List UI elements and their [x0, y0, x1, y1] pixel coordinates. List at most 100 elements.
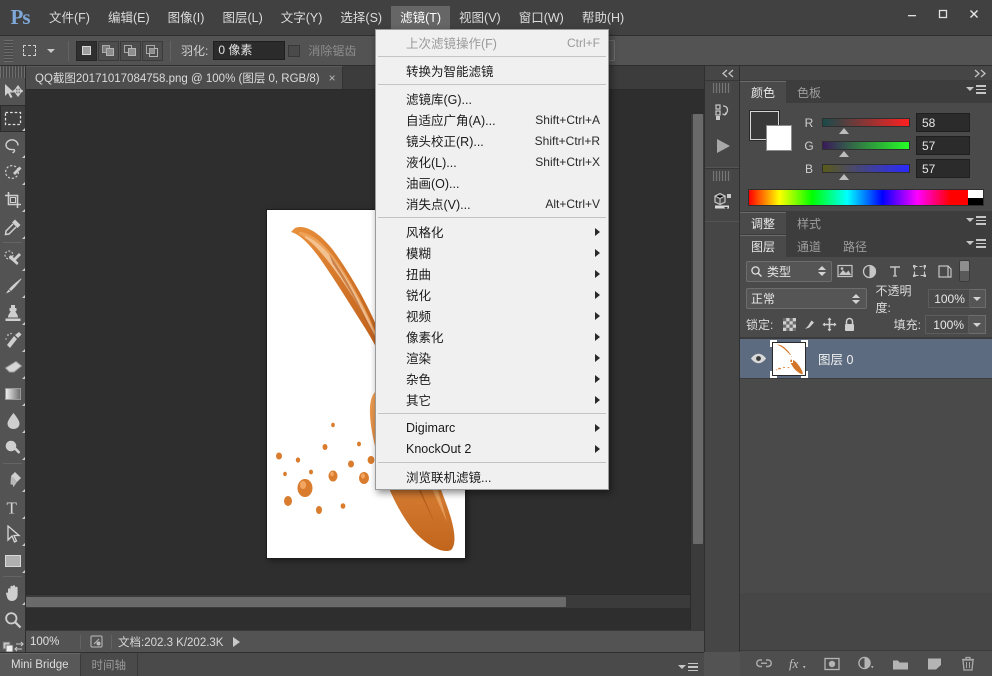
hand-tool[interactable]	[0, 579, 26, 606]
history-brush-tool[interactable]	[0, 326, 26, 353]
menu-item-oil-paint[interactable]: 油画(O)...	[376, 172, 608, 193]
delete-layer-icon[interactable]	[958, 654, 978, 674]
panel-menu-icon[interactable]	[966, 216, 986, 225]
slider-thumb[interactable]	[839, 174, 849, 180]
channel-slider-track[interactable]	[822, 164, 910, 173]
menu-filter[interactable]: 滤镜(T)	[391, 6, 450, 30]
history-panel-icon[interactable]	[705, 95, 741, 129]
3d-panel-icon[interactable]	[705, 183, 741, 217]
menu-item-vanishing-point[interactable]: 消失点(V)...Alt+Ctrl+V	[376, 193, 608, 214]
panels-collapse-bar[interactable]	[740, 66, 992, 80]
rectangular-marquee-tool[interactable]	[0, 105, 26, 132]
spot-healing-brush-tool[interactable]	[0, 245, 26, 272]
move-tool[interactable]	[0, 78, 26, 105]
tool-preset-picker[interactable]	[17, 40, 41, 62]
filter-menu-dropdown[interactable]: 上次滤镜操作(F)Ctrl+F转换为智能滤镜滤镜库(G)...自适应广角(A).…	[375, 29, 609, 490]
table-row[interactable]: 图层 0	[740, 339, 992, 379]
dodge-tool[interactable]	[0, 434, 26, 461]
menu-item-render[interactable]: 渲染	[376, 347, 608, 368]
shape-layer-filter-icon[interactable]	[907, 259, 932, 283]
layer-name[interactable]: 图层 0	[818, 349, 853, 368]
dock-grip[interactable]	[713, 83, 731, 93]
add-to-selection-button[interactable]	[98, 41, 119, 61]
tab-paths[interactable]: 路径	[832, 235, 878, 257]
panel-menu-icon[interactable]	[966, 85, 986, 94]
menu-item-video[interactable]: 视频	[376, 305, 608, 326]
document-thumbnail-icon[interactable]	[87, 633, 105, 651]
clone-stamp-tool[interactable]	[0, 299, 26, 326]
menu-file[interactable]: 文件(F)	[40, 6, 99, 30]
menu-image[interactable]: 图像(I)	[159, 6, 214, 30]
layer-filter-type-select[interactable]: 类型	[746, 261, 832, 282]
zoom-tool[interactable]	[0, 606, 26, 633]
antialias-checkbox[interactable]	[288, 45, 300, 57]
path-selection-tool[interactable]	[0, 520, 26, 547]
type-layer-filter-icon[interactable]	[882, 259, 907, 283]
menu-item-adaptive-wide-angle[interactable]: 自适应广角(A)...Shift+Ctrl+A	[376, 109, 608, 130]
lasso-tool[interactable]	[0, 132, 26, 159]
options-bar-grip[interactable]	[4, 40, 13, 62]
slider-thumb[interactable]	[839, 128, 849, 134]
subtract-from-selection-button[interactable]	[120, 41, 141, 61]
fill-dropdown-icon[interactable]	[969, 315, 986, 334]
tab-mini-bridge[interactable]: Mini Bridge	[0, 653, 81, 676]
menu-item-sharpen[interactable]: 锐化	[376, 284, 608, 305]
smart-object-filter-icon[interactable]	[932, 259, 957, 283]
tab-styles[interactable]: 样式	[786, 212, 832, 234]
menu-item-knockout-2[interactable]: KnockOut 2	[376, 438, 608, 459]
tab-color[interactable]: 颜色	[740, 81, 786, 103]
pixel-layer-filter-icon[interactable]	[832, 259, 857, 283]
brush-tool[interactable]	[0, 272, 26, 299]
channel-value-input[interactable]: 57	[916, 159, 970, 178]
quick-selection-tool[interactable]	[0, 159, 26, 186]
menu-edit[interactable]: 编辑(E)	[99, 6, 159, 30]
close-icon[interactable]: ×	[329, 71, 336, 85]
maximize-icon[interactable]	[928, 3, 957, 25]
document-tab[interactable]: QQ截图20171017084758.png @ 100% (图层 0, RGB…	[26, 66, 343, 89]
menu-help[interactable]: 帮助(H)	[573, 6, 633, 30]
blur-tool[interactable]	[0, 407, 26, 434]
background-color-swatch[interactable]	[766, 125, 792, 151]
menu-window[interactable]: 窗口(W)	[510, 6, 573, 30]
layer-style-fx-icon[interactable]: fx	[788, 654, 808, 674]
actions-play-icon[interactable]	[705, 129, 741, 163]
type-tool[interactable]: T	[0, 493, 26, 520]
fill-input[interactable]: 100%	[925, 315, 969, 334]
menu-item-convert-smart-filter[interactable]: 转换为智能滤镜	[376, 60, 608, 81]
gradient-tool[interactable]	[0, 380, 26, 407]
new-layer-icon[interactable]	[924, 654, 944, 674]
canvas-vertical-scrollbar[interactable]	[690, 114, 704, 630]
panel-menu-icon[interactable]	[966, 239, 986, 248]
panel-menu-icon[interactable]	[678, 658, 698, 672]
chevron-down-icon[interactable]	[47, 49, 55, 53]
status-expand-icon[interactable]	[233, 637, 240, 647]
tools-panel-grip[interactable]	[0, 66, 25, 78]
close-icon[interactable]	[959, 3, 988, 25]
menu-item-noise[interactable]: 杂色	[376, 368, 608, 389]
channel-value-input[interactable]: 57	[916, 136, 970, 155]
crop-tool[interactable]	[0, 186, 26, 213]
layer-mask-icon[interactable]	[822, 654, 842, 674]
menu-item-stylize[interactable]: 风格化	[376, 221, 608, 242]
scrollbar-thumb[interactable]	[26, 597, 566, 607]
channel-slider-track[interactable]	[822, 118, 910, 127]
canvas-horizontal-scrollbar[interactable]	[26, 594, 690, 608]
opacity-input[interactable]: 100%	[928, 289, 970, 308]
rectangle-shape-tool[interactable]	[0, 547, 26, 574]
menu-item-digimarc[interactable]: Digimarc	[376, 417, 608, 438]
filter-enable-toggle[interactable]	[959, 260, 970, 282]
channel-value-input[interactable]: 58	[916, 113, 970, 132]
lock-position-icon[interactable]	[819, 315, 839, 335]
menu-view[interactable]: 视图(V)	[450, 6, 510, 30]
feather-input[interactable]: 0 像素	[213, 41, 285, 60]
menu-item-filter-gallery[interactable]: 滤镜库(G)...	[376, 88, 608, 109]
channel-slider-track[interactable]	[822, 141, 910, 150]
tab-timeline[interactable]: 时间轴	[81, 653, 139, 676]
layer-visibility-icon[interactable]	[746, 353, 770, 364]
lock-image-icon[interactable]	[799, 315, 819, 335]
blend-mode-select[interactable]: 正常	[746, 288, 867, 309]
tab-channels[interactable]: 通道	[786, 235, 832, 257]
menu-item-liquify[interactable]: 液化(L)...Shift+Ctrl+X	[376, 151, 608, 172]
adjustment-layer-filter-icon[interactable]	[857, 259, 882, 283]
minimize-icon[interactable]	[897, 3, 926, 25]
